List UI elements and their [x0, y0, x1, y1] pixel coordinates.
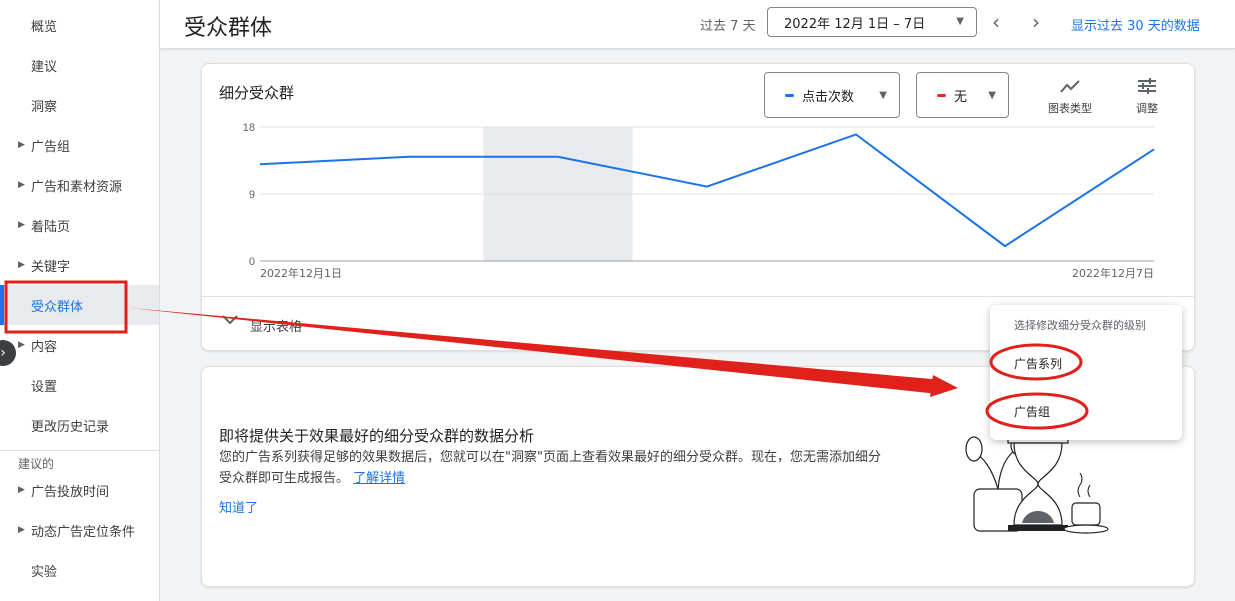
nav-label: 更改历史记录 [31, 419, 110, 435]
active-indicator [0, 285, 4, 325]
show-30-days-link[interactable]: 显示过去 30 天的数据 [1071, 15, 1200, 34]
x-tick-label: 2022年12月1日 [260, 266, 342, 280]
nav-label: 概览 [31, 19, 58, 35]
previous-period-button[interactable]: ‹ [992, 10, 1000, 34]
line-chart: 18 9 0 2022年12月1日 2022年12月7日 [243, 122, 1155, 280]
menu-item-ad-group[interactable]: 广告组 [1014, 403, 1050, 420]
page-title: 受众群体 [184, 16, 273, 41]
nav-item-ad-groups[interactable]: ▶ 广告组 [0, 125, 159, 165]
left-navigation: 概览 建议 洞察 ▶ 广告组 ▶ 广告和素材资源 ▶ 着陆页 ▶ 关键字 受众群体 ▶ 内… [0, 0, 160, 601]
nav-label: 设置 [31, 379, 58, 395]
nav-label: 实验 [31, 564, 58, 580]
expand-caret-icon: ▶ [18, 340, 25, 350]
expand-caret-icon: ▶ [18, 525, 25, 535]
divider [202, 296, 1194, 297]
nav-label: 建议 [31, 59, 58, 75]
insight-description: 您的广告系列获得足够的效果数据后，您就可以在"洞察"页面上查看效果最好的细分受众… [219, 447, 889, 489]
nav-item-change-history[interactable]: 更改历史记录 [0, 405, 159, 445]
nav-item-ad-schedule[interactable]: ▶ 广告投放时间 [0, 470, 159, 510]
expand-caret-icon: ▶ [18, 260, 25, 270]
show-table-toggle[interactable]: 显示表格 [250, 316, 302, 335]
nav-label: 广告和素材资源 [31, 179, 123, 195]
date-period-label: 过去 7 天 [700, 19, 756, 34]
expand-caret-icon: ▶ [18, 220, 25, 230]
expand-caret-icon: ▶ [18, 140, 25, 150]
nav-item-audiences[interactable]: 受众群体 [0, 285, 159, 325]
expand-caret-icon: ▶ [18, 180, 25, 190]
y-tick-label: 18 [243, 122, 255, 134]
x-tick-label: 2022年12月7日 [1072, 266, 1154, 280]
nav-item-dynamic-ad-targets[interactable]: ▶ 动态广告定位条件 [0, 510, 159, 550]
nav-item-experiments[interactable]: 实验 [0, 550, 159, 590]
menu-item-campaign[interactable]: 广告系列 [1014, 355, 1062, 372]
divider [0, 450, 159, 451]
y-tick-label: 0 [249, 256, 255, 268]
insight-description-text: 您的广告系列获得足够的效果数据后，您就可以在"洞察"页面上查看效果最好的细分受众… [219, 450, 881, 486]
date-range-value: 2022年 12月 1日 – 7日 [784, 16, 926, 32]
chevron-right-icon: › [1032, 10, 1040, 34]
nav-label: 着陆页 [31, 219, 71, 235]
nav-label: 受众群体 [31, 299, 84, 315]
nav-item-content[interactable]: ▶ 内容 [0, 325, 159, 365]
got-it-button[interactable]: 知道了 [219, 497, 258, 516]
y-tick-label: 9 [249, 189, 255, 201]
chevron-left-icon: ‹ [992, 10, 1000, 34]
nav-label: 洞察 [31, 99, 58, 115]
nav-item-insights[interactable]: 洞察 [0, 85, 159, 125]
nav-item-landing-pages[interactable]: ▶ 着陆页 [0, 205, 159, 245]
nav-label: 广告组 [31, 139, 71, 155]
nav-item-keywords[interactable]: ▶ 关键字 [0, 245, 159, 285]
dropdown-arrow-icon: ▼ [956, 16, 964, 27]
date-range-select[interactable]: 2022年 12月 1日 – 7日 ▼ [767, 7, 977, 37]
nav-item-settings[interactable]: 设置 [0, 365, 159, 405]
chevron-down-icon[interactable] [222, 313, 238, 329]
nav-label: 广告投放时间 [31, 484, 110, 500]
nav-label: 动态广告定位条件 [31, 524, 136, 540]
next-period-button[interactable]: › [1032, 10, 1040, 34]
insight-title: 即将提供关于效果最好的细分受众群的数据分析 [219, 427, 535, 445]
nav-item-ads-assets[interactable]: ▶ 广告和素材资源 [0, 165, 159, 205]
nav-item-recommendations[interactable]: 建议 [0, 45, 159, 85]
expand-caret-icon: ▶ [18, 485, 25, 495]
page-header: 受众群体 过去 7 天 2022年 12月 1日 – 7日 ▼ ‹ › 显示过去… [160, 0, 1235, 49]
chevron-right-icon: › [0, 345, 6, 361]
nav-label: 内容 [31, 339, 58, 355]
segment-level-menu: 选择修改细分受众群的级别 广告系列 广告组 [990, 305, 1182, 440]
menu-header: 选择修改细分受众群的级别 [1014, 319, 1146, 332]
learn-more-link[interactable]: 了解详情 [353, 471, 405, 486]
nav-label: 关键字 [31, 259, 71, 275]
nav-item-overview[interactable]: 概览 [0, 5, 159, 45]
series-line [259, 133, 1155, 248]
